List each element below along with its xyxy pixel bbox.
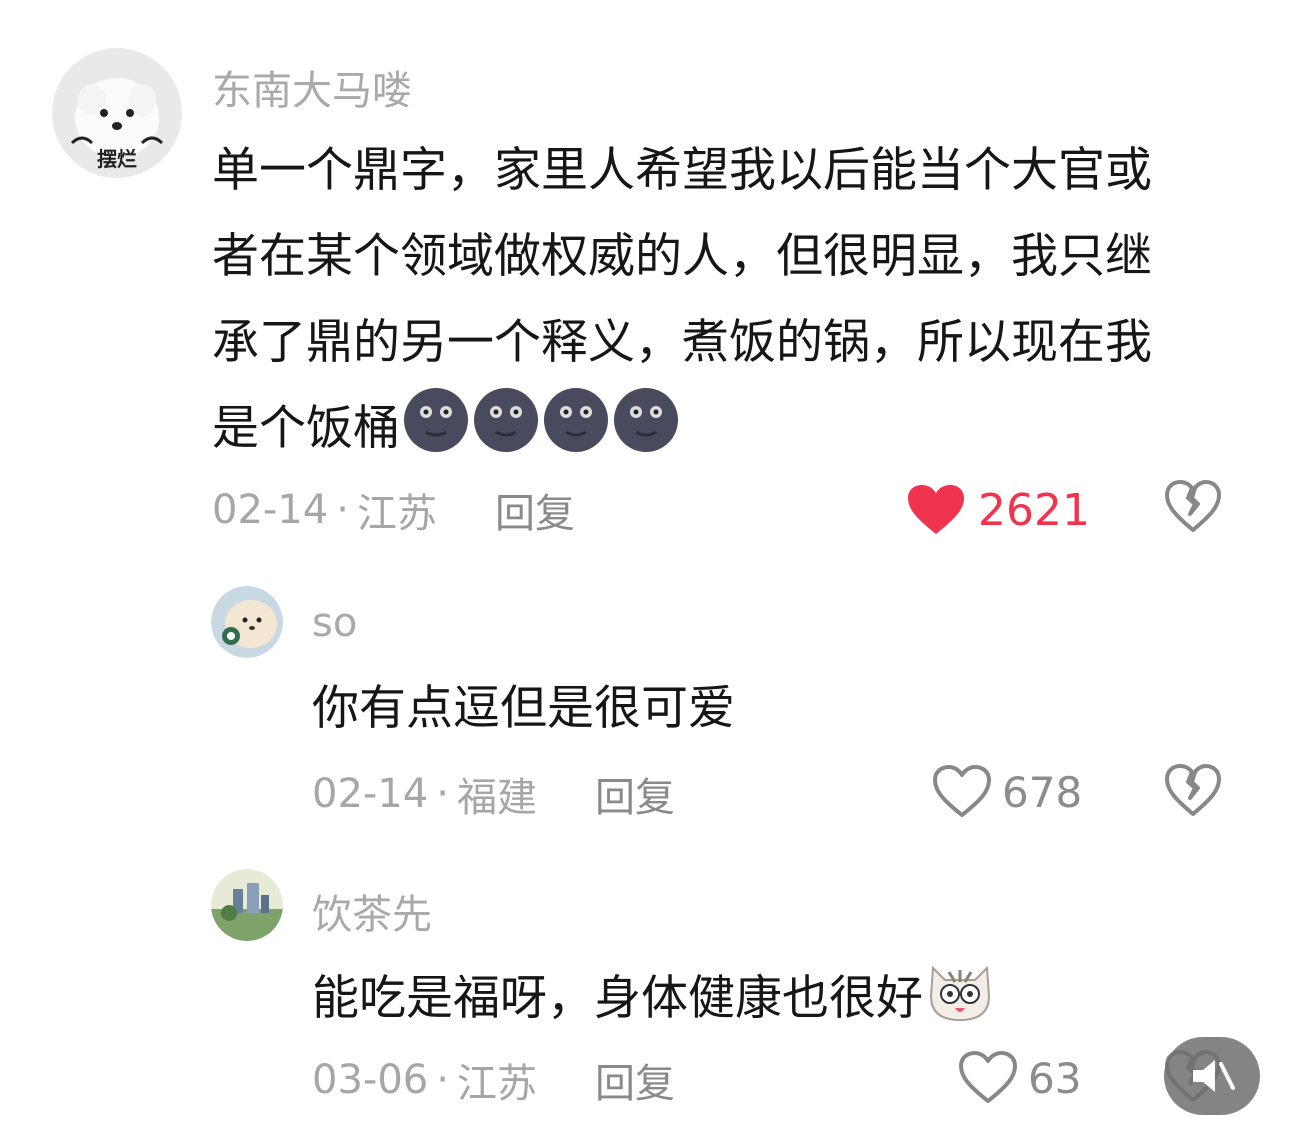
like-button[interactable]: 678 [932,762,1082,822]
comment-username[interactable]: 东南大马喽 [212,58,412,116]
comment-meta: 02-14 · 福建 回复 [312,766,675,822]
comment-text-body: 你有点逗但是很可爱 [312,681,735,736]
like-count: 2621 [978,484,1090,536]
like-button[interactable]: 63 [958,1048,1081,1108]
meta-separator: · [436,1057,449,1103]
comment-list: 摆烂 东南大马喽 单一个鼎字，家里人希望我以后能当个大官或者在某个领域做权威的人… [0,0,1290,1136]
avatar-text: 摆烂 [97,147,137,171]
reply-button[interactable]: 回复 [595,1051,675,1109]
heart-filled-icon [908,485,964,534]
comment-date: 03-06 [312,1057,429,1103]
comment-location: 江苏 [356,491,437,537]
mute-toggle-button[interactable] [1164,1037,1260,1115]
dislike-button[interactable] [1164,764,1222,822]
comment-username[interactable]: so [312,600,357,646]
comment-text: 单一个鼎字，家里人希望我以后能当个大官或者在某个领域做权威的人，但很明显，我只继… [212,128,1192,472]
reply-button[interactable]: 回复 [595,765,675,823]
like-button[interactable]: 2621 [906,480,1090,540]
comment-location: 江苏 [456,1061,537,1107]
comment-text-body: 能吃是福呀，身体健康也很好 [312,971,923,1026]
like-count: 678 [1002,767,1083,817]
broken-heart-icon [1165,480,1221,532]
comment-meta: 02-14 · 江苏 回复 [212,482,575,538]
comment-text: 你有点逗但是很可爱 [312,672,1172,746]
comment-location: 福建 [456,775,537,821]
heart-outline-icon [933,765,991,817]
cat-face-icon [929,965,991,1022]
comment-date: 02-14 [212,487,329,533]
comment-date: 02-14 [312,771,429,817]
avatar[interactable]: 摆烂 [52,48,182,178]
new-moon-face-icon [404,388,678,452]
comment-text-body: 单一个鼎字，家里人希望我以后能当个大官或者在某个领域做权威的人，但很明显，我只继… [212,143,1152,456]
meta-separator: · [436,771,449,817]
new-moon-face-emoji-group [400,388,682,456]
mute-icon [1193,1060,1235,1092]
dislike-button[interactable] [1164,480,1222,538]
comment-meta: 03-06 · 江苏 回复 [312,1052,675,1108]
avatar[interactable] [211,869,283,941]
reply-button[interactable]: 回复 [495,481,575,539]
heart-outline-icon [959,1051,1017,1103]
comment-username[interactable]: 饮茶先 [312,882,432,940]
like-count: 63 [1028,1053,1082,1103]
comment-text: 能吃是福呀，身体健康也很好 [312,956,1192,1036]
avatar[interactable] [211,586,283,658]
broken-heart-icon [1165,764,1221,816]
meta-separator: · [336,487,349,533]
